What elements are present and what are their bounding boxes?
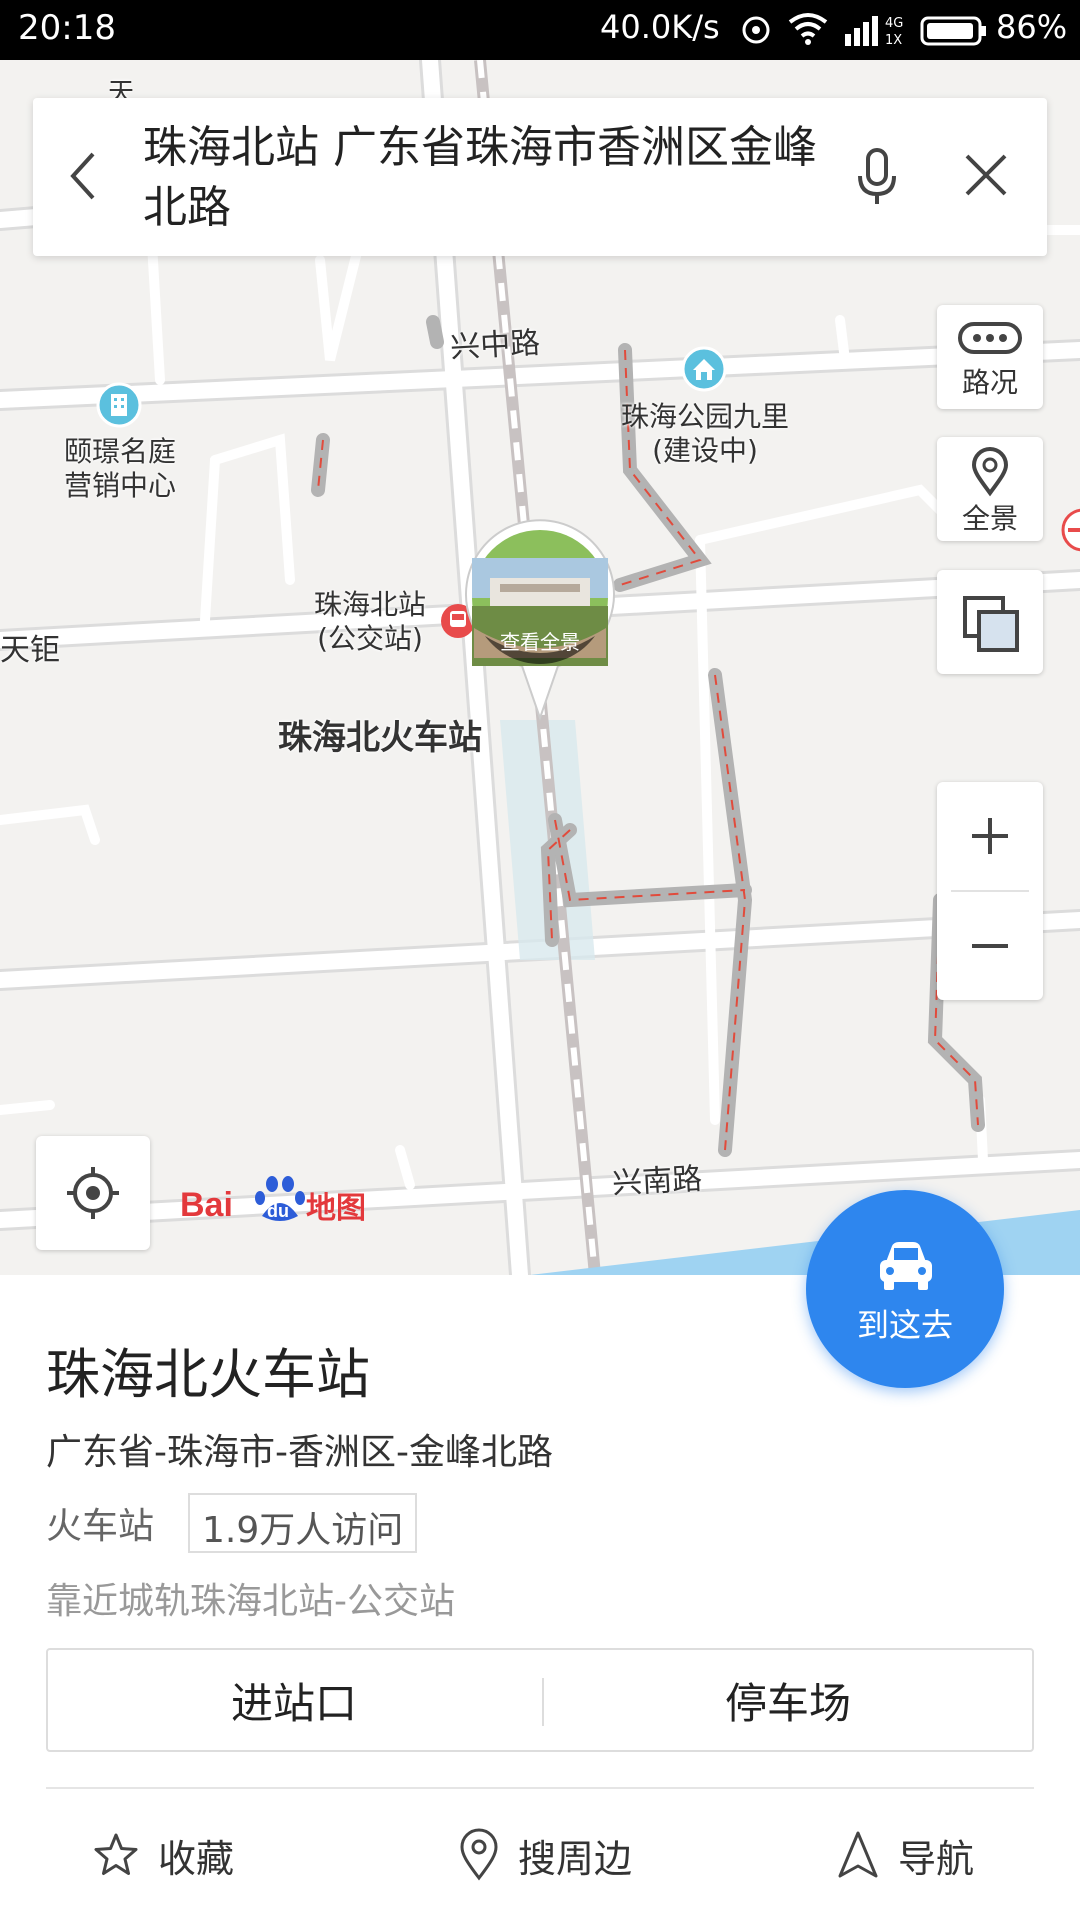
plus-icon xyxy=(972,818,1008,854)
road-label-tianju: 天钜 xyxy=(0,633,60,668)
poi-label-yijing[interactable]: 颐璟名庭 营销中心 xyxy=(50,435,190,503)
search-query-text[interactable]: 珠海北站 广东省珠海市香洲区金峰北路 xyxy=(143,118,823,238)
navigate-label: 导航 xyxy=(898,1836,975,1881)
navigation-arrow-icon xyxy=(838,1831,878,1878)
close-icon[interactable] xyxy=(963,152,1009,202)
navigate-button[interactable]: 导航 xyxy=(836,1820,974,1890)
go-here-button[interactable]: 到这去 xyxy=(806,1190,1004,1388)
zoom-control xyxy=(937,782,1043,1000)
favorite-label: 收藏 xyxy=(158,1836,235,1881)
visits-badge: 1.9万人访问 xyxy=(188,1493,418,1553)
locate-me-button[interactable] xyxy=(36,1136,150,1250)
go-here-label: 到这去 xyxy=(856,1306,953,1344)
svg-text:地图: 地图 xyxy=(306,1191,366,1226)
favorite-button[interactable]: 收藏 xyxy=(92,1820,234,1890)
panorama-caption: 查看全景 xyxy=(500,630,580,654)
baidu-logo: Bai du 地图 xyxy=(180,1172,380,1232)
poi-label-zhuhai-park[interactable]: 珠海公园九里 (建设中) xyxy=(600,400,810,468)
zoom-out-button[interactable] xyxy=(937,892,1043,1000)
entrance-button[interactable]: 进站口 xyxy=(48,1650,540,1750)
microphone-icon[interactable] xyxy=(855,146,899,210)
layers-button[interactable] xyxy=(937,570,1043,674)
parking-button[interactable]: 停车场 xyxy=(542,1650,1034,1750)
car-icon xyxy=(880,1242,932,1290)
location-pin-icon xyxy=(971,447,1009,497)
road-label-xingzhong: 兴中路 xyxy=(449,325,542,366)
status-bar: 20:18 40.0K/s 4G 1X 86% xyxy=(0,0,1080,60)
panel-divider xyxy=(46,1787,1034,1789)
edge-marker-icon xyxy=(1058,505,1080,559)
search-nearby-button[interactable]: 搜周边 xyxy=(458,1820,632,1890)
place-title: 珠海北火车站 xyxy=(46,1343,370,1406)
signal-icon: 4G 1X xyxy=(845,12,915,52)
layers-icon xyxy=(963,596,1019,652)
search-nearby-label: 搜周边 xyxy=(518,1836,633,1881)
place-nearby: 靠近城轨珠海北站-公交站 xyxy=(46,1581,455,1622)
traffic-label: 路况 xyxy=(961,366,1018,399)
station-map-label: 珠海北火车站 xyxy=(278,718,482,758)
location-pin-icon xyxy=(460,1828,498,1881)
traffic-icon xyxy=(958,322,1022,354)
svg-text:Bai: Bai xyxy=(180,1186,233,1224)
minus-icon xyxy=(972,944,1008,948)
wifi-icon xyxy=(788,12,828,50)
place-address: 广东省-珠海市-香洲区-金峰北路 xyxy=(46,1432,553,1473)
traffic-button[interactable]: 路况 xyxy=(937,305,1043,409)
panorama-label: 全景 xyxy=(961,502,1018,535)
svg-text:4G: 4G xyxy=(885,16,903,31)
entrance-parking-bar: 进站口 停车场 xyxy=(46,1648,1034,1752)
status-time: 20:18 xyxy=(18,8,116,48)
search-bar[interactable]: 珠海北站 广东省珠海市香洲区金峰北路 xyxy=(33,98,1047,256)
panorama-bubble[interactable]: 查看全景 xyxy=(460,518,620,728)
road-label-xingnan: 兴南路 xyxy=(611,1161,704,1202)
svg-text:1X: 1X xyxy=(885,33,902,48)
panorama-button[interactable]: 全景 xyxy=(937,437,1043,541)
hotspot-icon xyxy=(740,14,772,50)
locate-icon xyxy=(67,1167,119,1219)
network-speed: 40.0K/s xyxy=(600,8,720,46)
battery-percent: 86% xyxy=(996,8,1068,46)
place-category: 火车站 xyxy=(46,1506,155,1547)
svg-text:du: du xyxy=(267,1201,289,1221)
back-icon[interactable] xyxy=(63,146,103,210)
zoom-in-button[interactable] xyxy=(937,782,1043,890)
poi-label-bus-station[interactable]: 珠海北站 (公交站) xyxy=(295,588,445,656)
star-icon xyxy=(94,1833,138,1875)
